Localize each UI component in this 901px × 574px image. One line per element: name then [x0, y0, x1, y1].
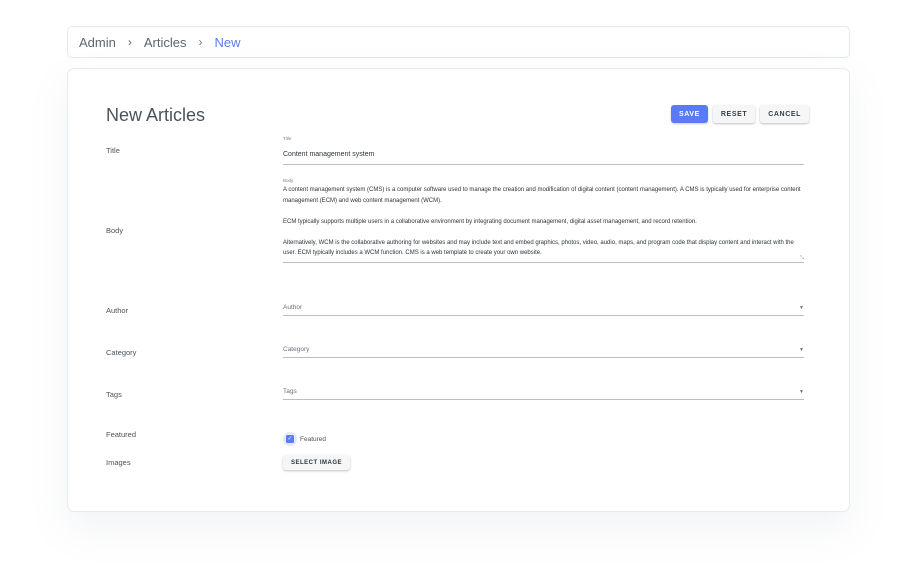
resize-handle-icon[interactable]: ⤡ — [800, 255, 804, 261]
author-row-label: Author — [106, 306, 129, 315]
breadcrumb-item-articles[interactable]: Articles — [144, 35, 187, 50]
body-textarea[interactable]: A content management system (CMS) is a c… — [283, 185, 804, 259]
body-paragraph: Alternatively, WCM is the collaborative … — [283, 239, 794, 257]
body-row-label: Body — [106, 226, 124, 235]
cancel-button[interactable]: CANCEL — [760, 105, 809, 123]
breadcrumb: Admin › Articles › New — [67, 26, 850, 58]
tags-placeholder: Tags — [283, 388, 297, 395]
title-field-label: Title — [283, 136, 292, 141]
category-select[interactable]: Category ▼ — [283, 346, 804, 358]
chevron-right-icon: › — [127, 35, 132, 49]
body-paragraph: ECM typically supports multiple users in… — [283, 218, 697, 225]
featured-checkbox-label[interactable]: Featured — [300, 436, 326, 443]
article-form-card: New Articles SAVE RESET CANCEL Title Tit… — [67, 68, 850, 512]
featured-checkbox-halo: ✓ — [283, 432, 297, 446]
tags-select[interactable]: Tags ▼ — [283, 388, 804, 400]
author-select[interactable]: Author ▼ — [283, 304, 804, 316]
title-input[interactable]: Content management system — [283, 151, 374, 158]
caret-down-icon: ▼ — [799, 388, 804, 395]
featured-checkbox[interactable]: ✓ — [286, 435, 294, 443]
breadcrumb-item-admin[interactable]: Admin — [79, 35, 116, 50]
page-title: New Articles — [106, 105, 206, 125]
images-row-label: Images — [106, 458, 131, 467]
title-field[interactable]: Title Content management system — [283, 136, 804, 165]
select-image-button[interactable]: SELECT IMAGE — [283, 455, 351, 470]
reset-button[interactable]: RESET — [712, 105, 756, 123]
chevron-right-icon: › — [198, 35, 203, 49]
form-actions: SAVE RESET CANCEL — [670, 105, 809, 123]
breadcrumb-item-current: New — [214, 34, 241, 50]
title-row-label: Title — [106, 146, 120, 155]
tags-row-label: Tags — [106, 390, 122, 399]
body-field[interactable]: Body A content management system (CMS) i… — [283, 178, 804, 263]
author-placeholder: Author — [283, 304, 303, 311]
save-button[interactable]: SAVE — [670, 105, 708, 123]
body-paragraph: A content management system (CMS) is a c… — [283, 187, 801, 204]
caret-down-icon: ▼ — [799, 346, 804, 353]
featured-row-label: Featured — [106, 430, 137, 439]
caret-down-icon: ▼ — [799, 304, 804, 311]
category-row-label: Category — [106, 348, 137, 357]
featured-checkbox-control[interactable]: ✓ Featured — [283, 432, 326, 446]
category-placeholder: Category — [283, 346, 310, 353]
body-field-label: Body — [283, 178, 294, 183]
